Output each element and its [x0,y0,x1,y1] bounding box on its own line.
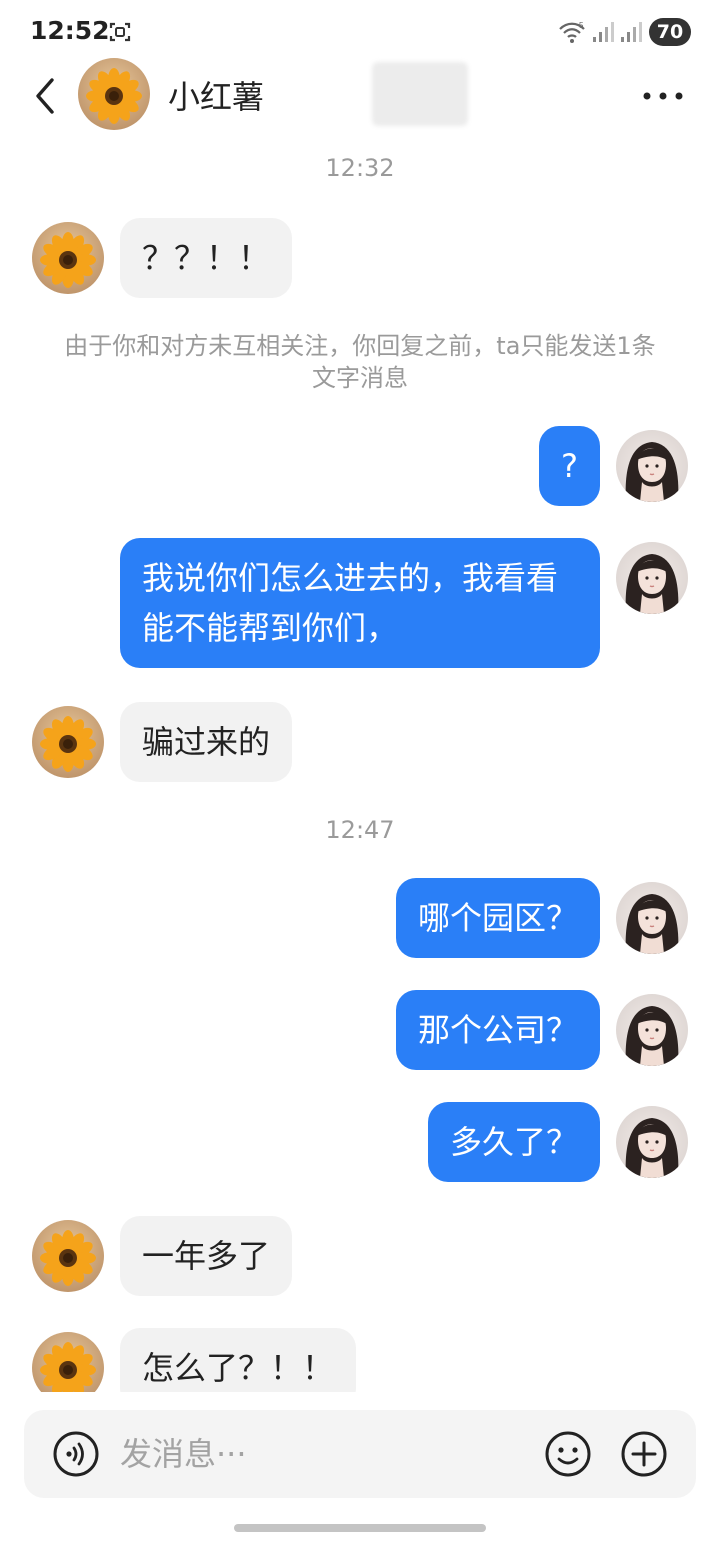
back-arrow-icon[interactable] [28,74,64,118]
contact-avatar[interactable] [32,706,104,778]
message-timestamp: 12:32 [325,154,395,182]
message-composer [24,1410,696,1498]
wifi-badge: 5 [579,21,584,30]
wifi-icon: 5 [559,21,585,43]
message-timestamp: 12:47 [325,816,395,844]
status-bar: 12:52 5 70 [0,0,720,64]
chat-header: 小红薯 [0,56,720,136]
home-indicator[interactable] [234,1524,486,1532]
message-input[interactable] [120,1428,520,1480]
incoming-message-bubble[interactable]: ？？！！ [120,218,293,298]
incoming-message-bubble[interactable]: 一年多了 [120,1216,293,1296]
self-avatar[interactable] [616,994,688,1066]
incoming-message-bubble[interactable]: 怎么了？！！ [120,1328,357,1392]
emoji-icon[interactable] [544,1430,592,1478]
self-avatar[interactable] [616,882,688,954]
contact-name[interactable]: 小红薯 [168,72,264,118]
contact-avatar[interactable] [32,1332,104,1392]
outgoing-message-bubble[interactable]: ? [539,426,600,506]
blurred-region [372,62,468,126]
outgoing-message-bubble[interactable]: 多久了？ [427,1102,600,1182]
more-options-icon[interactable] [640,76,686,116]
outgoing-message-bubble[interactable]: 我说你们怎么进去的，我看看能不能帮到你们， [120,538,600,668]
message-list[interactable]: 12:32 ？？！！ 由于你和对方未互相关注，你回复之前，ta只能发送1条文字消… [0,136,720,1392]
contact-avatar[interactable] [32,222,104,294]
incoming-message-bubble[interactable]: 骗过来的 [120,702,293,782]
system-notice: 由于你和对方未互相关注，你回复之前，ta只能发送1条文字消息 [64,332,656,392]
contact-avatar[interactable] [32,1220,104,1292]
outgoing-message-bubble[interactable]: 那个公司？ [395,990,600,1070]
status-time: 12:52 [30,16,110,45]
battery-indicator: 70 [649,18,691,46]
outgoing-message-bubble[interactable]: 哪个园区？ [395,878,600,958]
contact-avatar[interactable] [78,58,150,130]
self-avatar[interactable] [616,430,688,502]
scan-icon [109,22,131,42]
plus-icon[interactable] [620,1430,668,1478]
self-avatar[interactable] [616,1106,688,1178]
signal-icon [621,22,642,42]
self-avatar[interactable] [616,542,688,614]
voice-icon[interactable] [52,1430,100,1478]
signal-icon [593,22,614,42]
